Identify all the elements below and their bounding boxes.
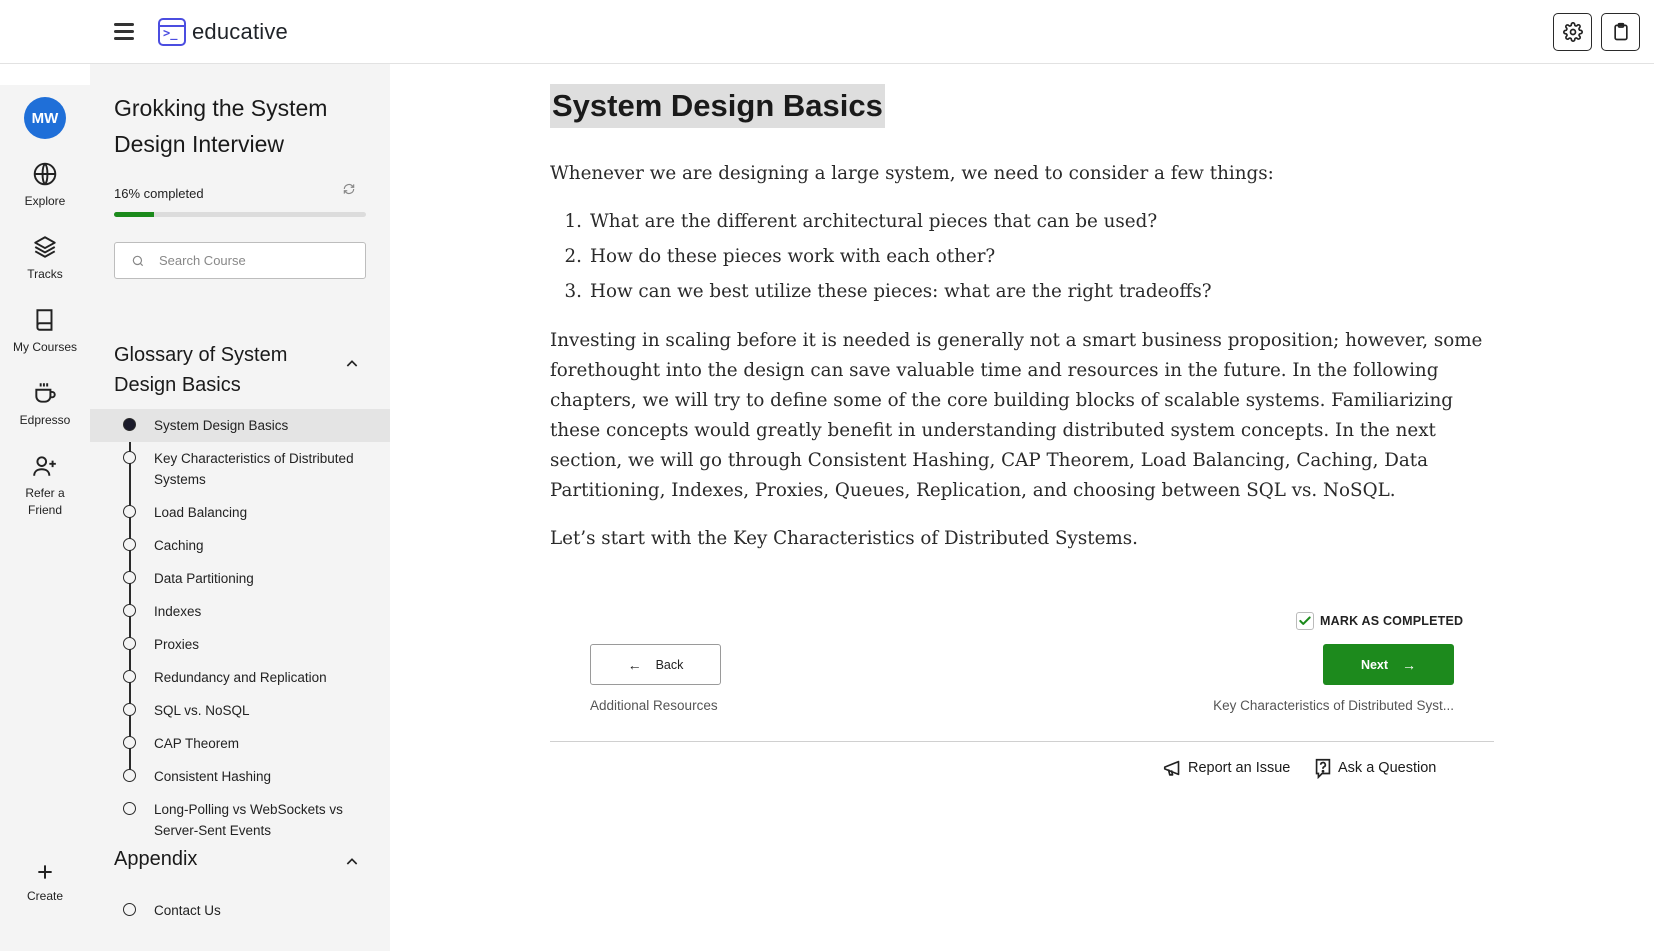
chevron-up-icon[interactable] [344,854,360,870]
question-bubble-icon [1315,758,1331,779]
coffee-cup-icon [35,383,56,403]
rail-label-explore: Explore [24,194,66,208]
lesson-status-dot [123,736,136,749]
lesson-item[interactable]: Consistent Hashing [90,760,390,793]
list-item: 3. How can we best utilize these pieces: … [564,281,1212,302]
divider [550,741,1494,742]
globe-icon [33,162,57,186]
back-button-label: Back [655,657,684,672]
rail-item-my-courses[interactable]: My Courses [0,307,90,356]
lesson-status-dot [123,538,136,551]
rail-label-edpresso: Edpresso [19,413,71,427]
lesson-status-dot [123,604,136,617]
arrow-right-icon: → [1402,656,1417,673]
lesson-item[interactable]: Redundancy and Replication [90,661,390,694]
progress-bar-fill [114,212,155,217]
lesson-item[interactable]: Data Partitioning [90,562,390,595]
lesson-status-dot [123,802,136,815]
lesson-item[interactable]: Caching [90,529,390,562]
left-rail: MW Explore Tracks My Courses Edpresso Re… [0,85,90,951]
educative-logo-icon [158,18,186,46]
section-title: Glossary of System Design Basics [114,344,288,396]
rail-label-my-courses: My Courses [12,340,77,354]
lesson-item[interactable]: CAP Theorem [90,727,390,760]
next-button[interactable]: Next → [1323,644,1454,685]
section-title: Appendix [114,848,198,870]
lesson-status-dot [123,418,136,431]
lesson-status-dot [123,451,136,464]
rail-item-refer-a-friend[interactable]: Refer a Friend [0,453,90,519]
rail-label-tracks: Tracks [27,267,63,281]
report-issue-link[interactable]: Report an Issue [1162,757,1290,779]
search-course-box[interactable] [114,242,366,279]
lesson-status-dot [123,703,136,716]
section-header-appendix[interactable]: Appendix [114,844,366,874]
lesson-item[interactable]: Load Balancing [90,496,390,529]
progress-bar [114,212,366,217]
lesson-item[interactable]: Contact Us [90,894,390,927]
search-course-input[interactable] [159,253,359,268]
ask-question-label: Ask a Question [1338,760,1437,776]
checkbox[interactable] [1296,612,1314,630]
mark-as-completed-checkbox[interactable]: MARK AS COMPLETED [1296,612,1463,630]
rail-label-create: Create [26,889,64,903]
lesson-item[interactable]: System Design Basics [90,409,390,442]
top-header: educative [0,0,1654,64]
questions-list: 1. What are the different architectural p… [550,204,1494,309]
lesson-item[interactable]: SQL vs. NoSQL [90,694,390,727]
list-item: 2. How do these pieces work with each oth… [564,246,996,267]
course-sidebar: Grokking the System Design Interview 16%… [90,64,390,951]
lesson-status-dot [123,670,136,683]
arrow-left-icon: ← [627,656,642,673]
lesson-status-dot [123,505,136,518]
lesson-item[interactable]: Long-Polling vs WebSockets vs Server-Sen… [90,793,390,847]
checkmark-icon [1299,616,1311,625]
rail-item-edpresso[interactable]: Edpresso [0,380,90,429]
lesson-item[interactable]: Proxies [90,628,390,661]
page-title: System Design Basics [550,84,885,128]
next-lesson-link[interactable]: Key Characteristics of Distributed Syst.… [1170,698,1454,713]
avatar[interactable]: MW [24,97,66,139]
clipboard-icon [1613,22,1628,41]
previous-lesson-link[interactable]: Additional Resources [590,698,718,713]
hamburger-menu-icon[interactable] [112,20,142,44]
lesson-status-dot [123,571,136,584]
lesson-list-appendix: Contact Us [90,894,390,927]
chevron-up-icon[interactable] [344,356,360,372]
lesson-status-dot [123,769,136,782]
intro-text: Whenever we are designing a large system… [550,163,1274,184]
rail-item-tracks[interactable]: Tracks [0,234,90,283]
plus-icon [38,865,52,879]
next-button-label: Next [1360,657,1389,672]
lesson-status-dot [123,637,136,650]
educative-logo[interactable]: educative [158,18,288,46]
course-title: Grokking the System Design Interview [114,95,328,157]
lesson-item[interactable]: Key Characteristics of Distributed Syste… [90,442,390,496]
section-header-glossary[interactable]: Glossary of System Design Basics [114,340,366,400]
clipboard-button[interactable] [1601,13,1640,51]
ask-question-link[interactable]: Ask a Question [1312,757,1436,779]
user-plus-icon [33,456,56,476]
lesson-item[interactable]: Indexes [90,595,390,628]
brand-name: educative [192,19,288,44]
search-icon [132,255,144,266]
progress-label: 16% completed [114,186,204,201]
rail-item-explore[interactable]: Explore [0,161,90,210]
mark-as-completed-label: MARK AS COMPLETED [1320,614,1464,628]
book-icon [36,309,53,331]
megaphone-icon [1163,760,1180,776]
closing-text: Let’s start with the Key Characteristics… [550,528,1138,549]
gear-icon [1562,22,1583,42]
report-issue-label: Report an Issue [1188,760,1291,776]
body-paragraph: Investing in scaling before it is needed… [550,330,1483,501]
rail-label-refer-a-friend: Refer a Friend [25,486,65,517]
rail-item-create[interactable]: Create [0,862,90,905]
lesson-list-glossary: System Design Basics Key Characteristics… [90,409,390,847]
back-button[interactable]: ← Back [590,644,721,685]
layers-icon [34,236,56,258]
reset-progress-icon[interactable] [340,182,358,200]
list-item: 1. What are the different architectural p… [564,211,1158,232]
settings-button[interactable] [1553,13,1592,51]
lesson-status-dot [123,903,136,916]
